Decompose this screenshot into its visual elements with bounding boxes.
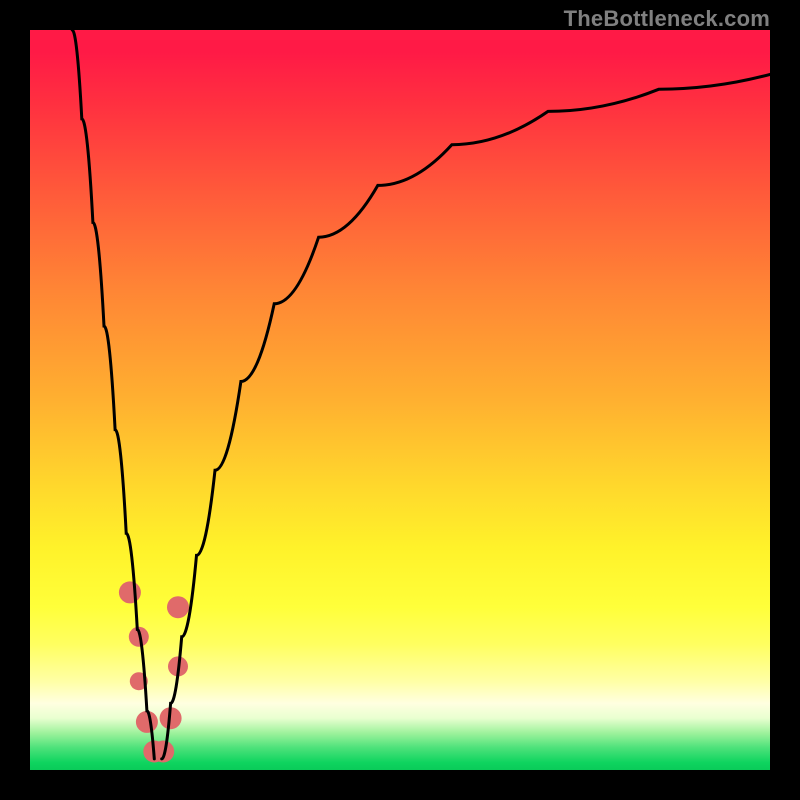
data-point-marker (119, 581, 141, 603)
curve-right-branch (162, 74, 770, 759)
data-point-marker (136, 711, 158, 733)
data-point-marker (167, 596, 189, 618)
curve-left-branch (72, 30, 154, 759)
plot-area (30, 30, 770, 770)
curve-layer (30, 30, 770, 770)
chart-frame: TheBottleneck.com (0, 0, 800, 800)
watermark-text: TheBottleneck.com (564, 6, 770, 32)
